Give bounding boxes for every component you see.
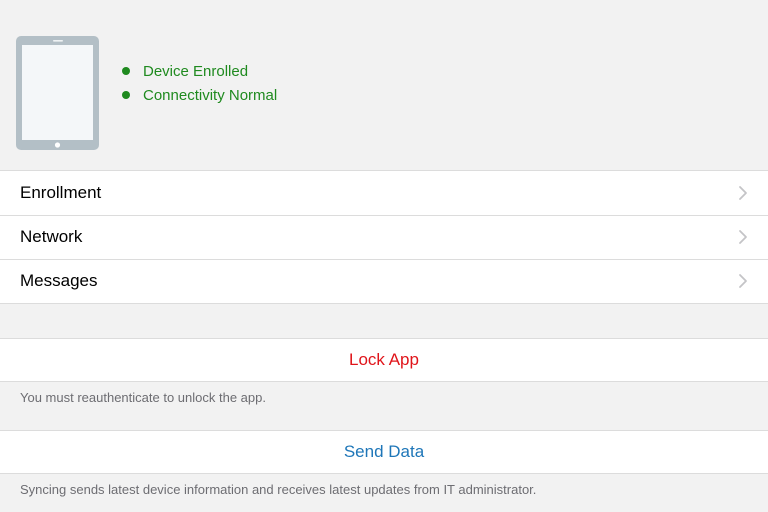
status-list: Device Enrolled Connectivity Normal bbox=[122, 59, 277, 107]
chevron-right-icon bbox=[739, 186, 747, 200]
status-item-connectivity: Connectivity Normal bbox=[122, 83, 277, 107]
list-item-network[interactable]: Network bbox=[0, 215, 768, 259]
list-item-label: Network bbox=[20, 227, 83, 246]
lock-app-note: You must reauthenticate to unlock the ap… bbox=[20, 390, 266, 405]
send-data-button[interactable]: Send Data bbox=[0, 430, 768, 474]
status-text-enrolled: Device Enrolled bbox=[143, 62, 249, 80]
send-data-note: Syncing sends latest device information … bbox=[20, 482, 537, 497]
list-item-label: Enrollment bbox=[20, 183, 102, 202]
device-status-header: Device Enrolled Connectivity Normal bbox=[0, 0, 768, 170]
chevron-right-icon bbox=[739, 274, 747, 288]
tablet-icon bbox=[16, 36, 99, 150]
settings-list: Enrollment Network Messages bbox=[0, 170, 768, 304]
send-data-label: Send Data bbox=[343, 442, 425, 461]
list-item-enrollment[interactable]: Enrollment bbox=[0, 171, 768, 215]
list-item-label: Messages bbox=[20, 271, 98, 290]
status-item-enrolled: Device Enrolled bbox=[122, 59, 277, 83]
status-text-connectivity: Connectivity Normal bbox=[143, 86, 278, 104]
list-item-messages[interactable]: Messages bbox=[0, 259, 768, 303]
chevron-right-icon bbox=[739, 230, 747, 244]
lock-app-button[interactable]: Lock App bbox=[0, 338, 768, 382]
status-dot bbox=[122, 91, 130, 99]
settings-page: Device Enrolled Connectivity Normal Enro… bbox=[0, 0, 768, 512]
lock-app-label: Lock App bbox=[349, 350, 419, 369]
status-dot bbox=[122, 67, 130, 75]
